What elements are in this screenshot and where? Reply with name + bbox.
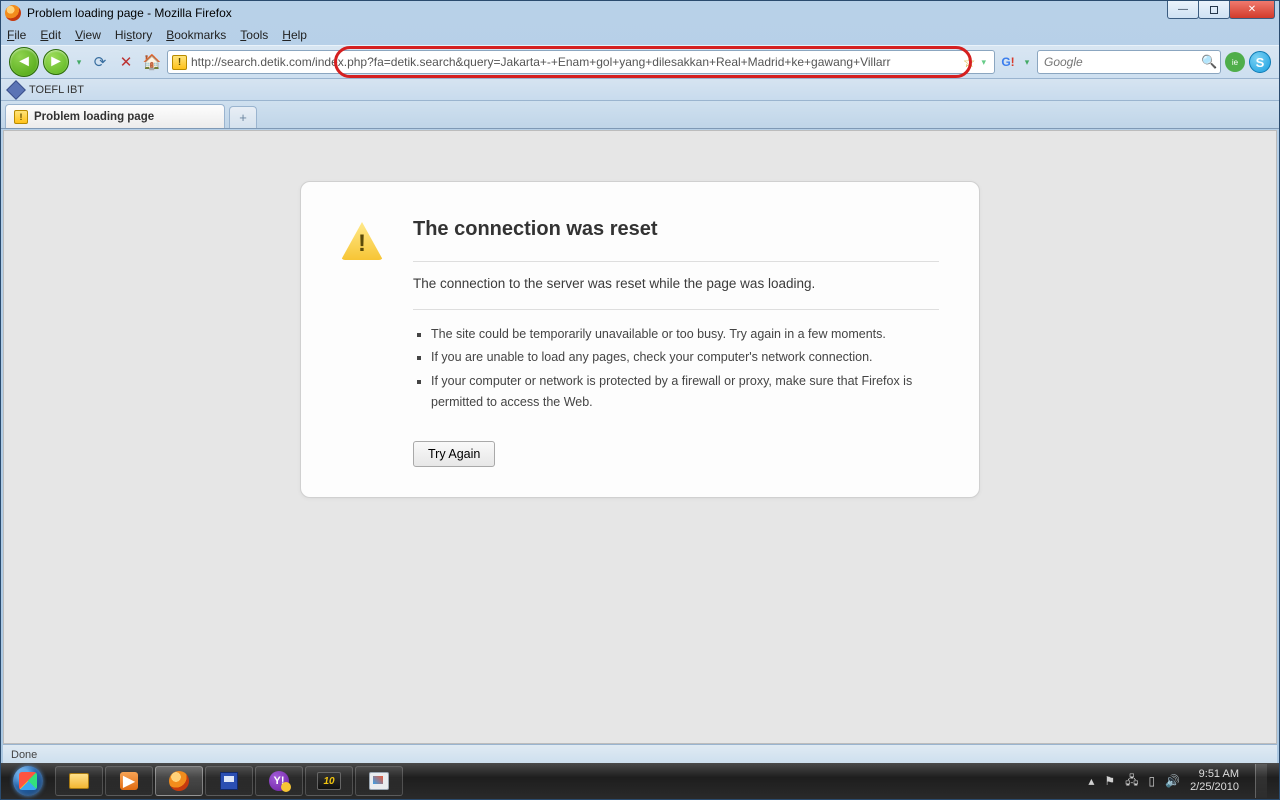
titlebar[interactable]: Problem loading page - Mozilla Firefox (1, 1, 1279, 25)
tray-clock[interactable]: 9:51 AM 2/25/2010 (1190, 768, 1239, 793)
bookmark-star-icon[interactable]: ☆ (961, 54, 978, 71)
warning-icon: ! (14, 110, 28, 124)
taskbar-paint[interactable] (355, 766, 403, 796)
skype-icon[interactable]: S (1249, 51, 1271, 73)
try-again-button[interactable]: Try Again (413, 441, 495, 467)
firefox-window: Problem loading page - Mozilla Firefox —… (0, 0, 1280, 800)
bookmarks-toolbar: TOEFL IBT (1, 79, 1279, 101)
search-engine-icon[interactable]: G! (999, 53, 1017, 71)
tray-date: 2/25/2010 (1190, 781, 1239, 794)
home-button[interactable]: 🏠 (141, 51, 163, 73)
reload-button[interactable]: ⟳ (89, 51, 111, 73)
history-dropdown[interactable]: ▾ (73, 57, 85, 68)
close-button[interactable]: ✕ (1229, 1, 1275, 19)
back-button[interactable]: ◄ (9, 47, 39, 77)
firefox-icon (169, 771, 189, 791)
menu-history[interactable]: History (115, 28, 152, 42)
new-tab-button[interactable]: + (229, 106, 257, 128)
folder-icon (69, 773, 89, 789)
url-bar[interactable]: ! ☆ ▾ (167, 50, 995, 74)
taskbar-explorer[interactable] (55, 766, 103, 796)
divider (413, 261, 939, 262)
tray-network-icon[interactable]: 🖧 (1125, 771, 1138, 792)
status-text: Done (11, 749, 37, 761)
firefox-icon (5, 5, 21, 21)
status-bar: Done (3, 744, 1277, 764)
url-input[interactable] (191, 55, 961, 69)
window-title: Problem loading page - Mozilla Firefox (27, 6, 232, 20)
error-bullet: If you are unable to load any pages, che… (431, 347, 939, 368)
paint-icon (369, 772, 389, 790)
tray-battery-icon[interactable]: ▯ (1149, 774, 1156, 788)
error-heading: The connection was reset (413, 218, 939, 241)
windows-orb-icon (13, 766, 43, 796)
warning-triangle-icon (341, 222, 383, 260)
search-engine-dropdown[interactable]: ▾ (1021, 57, 1033, 68)
minimize-button[interactable]: — (1167, 1, 1199, 19)
start-button[interactable] (7, 765, 49, 797)
bookmark-item-toefl[interactable]: TOEFL IBT (29, 84, 84, 96)
yahoo-messenger-icon: Y! (269, 771, 289, 791)
tray-time: 9:51 AM (1190, 768, 1239, 781)
tray-flag-icon[interactable]: ⚑ (1104, 774, 1115, 788)
taskbar-save-app[interactable] (205, 766, 253, 796)
error-suggestions: The site could be temporarily unavailabl… (413, 324, 939, 413)
menu-tools[interactable]: Tools (240, 28, 268, 42)
system-tray: ▴ ⚑ 🖧 ▯ 🔊 9:51 AM 2/25/2010 (1088, 764, 1273, 798)
bookmark-site-icon (6, 80, 26, 100)
divider (413, 309, 939, 310)
tab-active[interactable]: ! Problem loading page (5, 104, 225, 128)
tray-volume-icon[interactable]: 🔊 (1165, 774, 1180, 788)
media-player-icon: ▶ (120, 772, 138, 790)
search-icon[interactable]: 🔍 (1201, 54, 1217, 70)
menu-help[interactable]: Help (282, 28, 307, 42)
menu-file[interactable]: File (7, 28, 26, 42)
tab-strip: ! Problem loading page + (1, 101, 1279, 129)
taskbar-firefox[interactable] (155, 766, 203, 796)
error-lead: The connection to the server was reset w… (413, 276, 939, 291)
game-icon: 10 (317, 772, 341, 790)
taskbar-yahoo[interactable]: Y! (255, 766, 303, 796)
search-bar[interactable]: 🔍 (1037, 50, 1221, 74)
warning-icon: ! (172, 55, 187, 70)
error-bullet: The site could be temporarily unavailabl… (431, 324, 939, 345)
navigation-toolbar: ◄ ► ▾ ⟳ ✕ 🏠 ! ☆ ▾ G! ▾ 🔍 ie S (1, 45, 1279, 79)
error-card: The connection was reset The connection … (300, 181, 980, 498)
search-input[interactable] (1044, 55, 1201, 69)
tab-title: Problem loading page (34, 111, 154, 123)
error-bullet: If your computer or network is protected… (431, 371, 939, 414)
addon-icon[interactable]: ie (1225, 52, 1245, 72)
menu-bookmarks[interactable]: Bookmarks (166, 28, 226, 42)
show-desktop-button[interactable] (1255, 764, 1267, 798)
windows-taskbar: ▶ Y! 10 ▴ ⚑ 🖧 ▯ 🔊 9:51 AM 2/25/2010 (1, 763, 1279, 799)
stop-button[interactable]: ✕ (115, 51, 137, 73)
menu-bar: File Edit View History Bookmarks Tools H… (1, 25, 1279, 45)
url-dropdown[interactable]: ▾ (977, 57, 990, 68)
forward-button[interactable]: ► (43, 49, 69, 75)
tray-chevron-icon[interactable]: ▴ (1088, 774, 1094, 788)
menu-view[interactable]: View (75, 28, 101, 42)
maximize-button[interactable] (1198, 1, 1230, 19)
content-viewport: The connection was reset The connection … (3, 130, 1277, 744)
taskbar-media-player[interactable]: ▶ (105, 766, 153, 796)
floppy-icon (220, 772, 238, 790)
menu-edit[interactable]: Edit (40, 28, 61, 42)
window-controls: — ✕ (1167, 1, 1275, 19)
taskbar-game[interactable]: 10 (305, 766, 353, 796)
